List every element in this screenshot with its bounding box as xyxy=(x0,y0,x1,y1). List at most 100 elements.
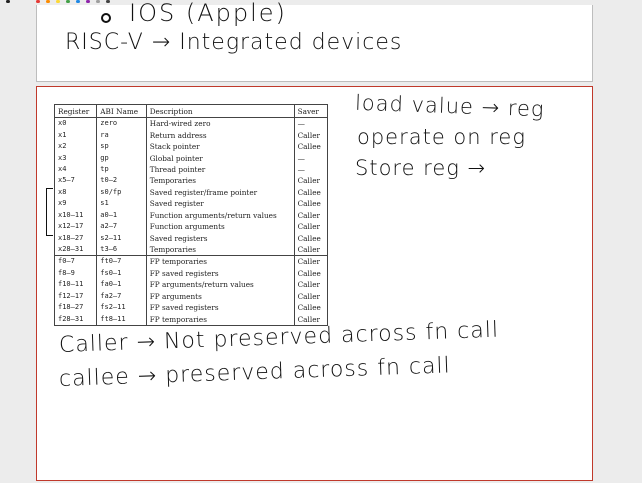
note-callee: callee → preserved across fn call xyxy=(58,353,452,392)
table-row: x10–11 a0–1 Function arguments/return valu… xyxy=(54,209,328,221)
riscv-register-table: Register ABI Name Description Saver x0 ze… xyxy=(54,104,328,326)
pen-color-green[interactable] xyxy=(66,0,70,3)
cell-register: f8–9 xyxy=(54,267,98,280)
cell-description: Saved register/frame pointer xyxy=(146,186,295,199)
table-body: x0 zero Hard-wired zero — x1 ra Return address… xyxy=(54,117,328,326)
cell-abi-name: a0–1 xyxy=(96,209,147,221)
cell-abi-name: tp xyxy=(96,163,147,176)
table-row: x1 ra Return address Caller xyxy=(54,129,328,141)
table-row: f12–17 fa2–7 FP arguments Caller xyxy=(54,290,328,302)
cell-register: x5–7 xyxy=(54,175,98,187)
cell-saver: Callee xyxy=(297,303,321,313)
cell-abi-name: ra xyxy=(96,129,147,141)
cell-description: FP temporaries xyxy=(146,255,295,268)
pen-color-purple[interactable] xyxy=(86,0,90,3)
pen-color-red[interactable] xyxy=(36,0,40,3)
cell-saver: Caller xyxy=(297,176,321,186)
cell-saver: Caller xyxy=(297,130,321,140)
cell-register: x8 xyxy=(54,186,98,199)
table-row: x28–31 t3–6 Temporaries Caller xyxy=(54,243,328,256)
cell-description: FP arguments xyxy=(146,290,295,302)
cell-description: FP arguments/return values xyxy=(146,279,295,291)
cell-description: Function arguments xyxy=(146,220,295,233)
cell-register: x2 xyxy=(54,140,98,153)
cell-saver: — xyxy=(297,164,305,174)
cell-description: Hard-wired zero xyxy=(146,117,295,130)
cell-saver: Caller xyxy=(297,210,321,220)
table-row: f0–7 ft0–7 FP temporaries Caller xyxy=(54,255,328,268)
cell-saver: Callee xyxy=(297,199,321,209)
cell-register: x1 xyxy=(54,129,98,141)
cell-description: Function arguments/return values xyxy=(146,209,295,221)
cell-abi-name: fs2–11 xyxy=(96,302,147,314)
table-row: x12–17 a2–7 Function arguments Caller xyxy=(54,220,328,233)
cell-abi-name: t3–6 xyxy=(96,243,147,256)
cell-saver: Caller xyxy=(297,222,321,232)
cell-saver: — xyxy=(297,119,305,129)
table-row: x3 gp Global pointer — xyxy=(54,152,328,164)
table-row: f28–31 ft8–11 FP temporaries Caller xyxy=(54,313,328,326)
cell-abi-name: zero xyxy=(96,117,147,130)
cell-saver: — xyxy=(297,153,305,163)
cell-abi-name: sp xyxy=(96,140,147,153)
cell-description: FP saved registers xyxy=(146,267,295,280)
cell-saver: Callee xyxy=(297,187,321,197)
cell-register: f28–31 xyxy=(54,313,98,326)
table-row: x5–7 t0–2 Temporaries Caller xyxy=(54,175,328,187)
handwritten-bracket xyxy=(46,188,53,236)
pen-color-yellow[interactable] xyxy=(56,0,60,3)
cell-register: f18–27 xyxy=(54,302,98,314)
col-register: Register xyxy=(54,104,98,118)
col-abi-name: ABI Name xyxy=(96,104,147,118)
side-note-load: load value → reg xyxy=(354,90,545,122)
cell-abi-name: t0–2 xyxy=(96,175,147,187)
cell-saver: Caller xyxy=(297,280,321,290)
cell-abi-name: s2–11 xyxy=(96,232,147,244)
cell-register: x0 xyxy=(54,117,98,130)
cell-abi-name: a2–7 xyxy=(96,220,147,233)
handwritten-ios-line: IOS (Apple) xyxy=(129,0,287,27)
table-row: x18–27 s2–11 Saved registers Callee xyxy=(54,232,328,244)
cell-abi-name: ft0–7 xyxy=(96,255,147,268)
cell-description: Thread pointer xyxy=(146,163,295,176)
pen-color-blue[interactable] xyxy=(76,0,80,3)
cell-register: f0–7 xyxy=(54,255,98,268)
cell-register: f12–17 xyxy=(54,290,98,302)
pen-color-black[interactable] xyxy=(6,0,10,3)
table-header-row: Register ABI Name Description Saver xyxy=(54,104,328,118)
cell-abi-name: fa0–1 xyxy=(96,279,147,291)
cell-saver: Caller xyxy=(297,245,321,255)
handwritten-riscv-line: RISC-V → Integrated devices xyxy=(65,30,403,55)
side-note-store: Store reg → xyxy=(355,156,487,180)
pen-color-orange[interactable] xyxy=(46,0,50,3)
table-row: x2 sp Stack pointer Callee xyxy=(54,140,328,153)
cell-abi-name: s0/fp xyxy=(96,186,147,199)
bullet-icon xyxy=(101,13,111,23)
notes-page-main: Register ABI Name Description Saver x0 ze… xyxy=(36,86,593,481)
cell-description: FP saved registers xyxy=(146,302,295,314)
cell-abi-name: ft8–11 xyxy=(96,313,147,326)
pen-color-gray[interactable] xyxy=(96,0,100,3)
cell-description: Saved registers xyxy=(146,232,295,244)
cell-abi-name: fs0–1 xyxy=(96,267,147,280)
cell-description: Temporaries xyxy=(146,243,295,256)
cell-saver: Caller xyxy=(294,255,328,268)
cell-register: x28–31 xyxy=(54,243,98,256)
pen-color-dark[interactable] xyxy=(106,0,110,3)
table-row: f18–27 fs2–11 FP saved registers Callee xyxy=(54,302,328,314)
cell-abi-name: fa2–7 xyxy=(96,290,147,302)
cell-register: f10–11 xyxy=(54,279,98,291)
table-row: f10–11 fa0–1 FP arguments/return values Cal… xyxy=(54,279,328,291)
cell-register: x18–27 xyxy=(54,232,98,244)
cell-abi-name: gp xyxy=(96,152,147,164)
notes-page-top: IOS (Apple) RISC-V → Integrated devices xyxy=(36,0,593,82)
col-saver: Saver xyxy=(294,104,328,118)
side-note-operate: operate on reg xyxy=(357,125,526,149)
table-row: x0 zero Hard-wired zero — xyxy=(54,117,328,130)
cell-description: Global pointer xyxy=(146,152,295,164)
col-description: Description xyxy=(146,104,295,118)
cell-abi-name: s1 xyxy=(96,198,147,210)
cell-register: x3 xyxy=(54,152,98,164)
cell-description: FP temporaries xyxy=(146,313,295,326)
cell-saver: Caller xyxy=(297,291,321,301)
